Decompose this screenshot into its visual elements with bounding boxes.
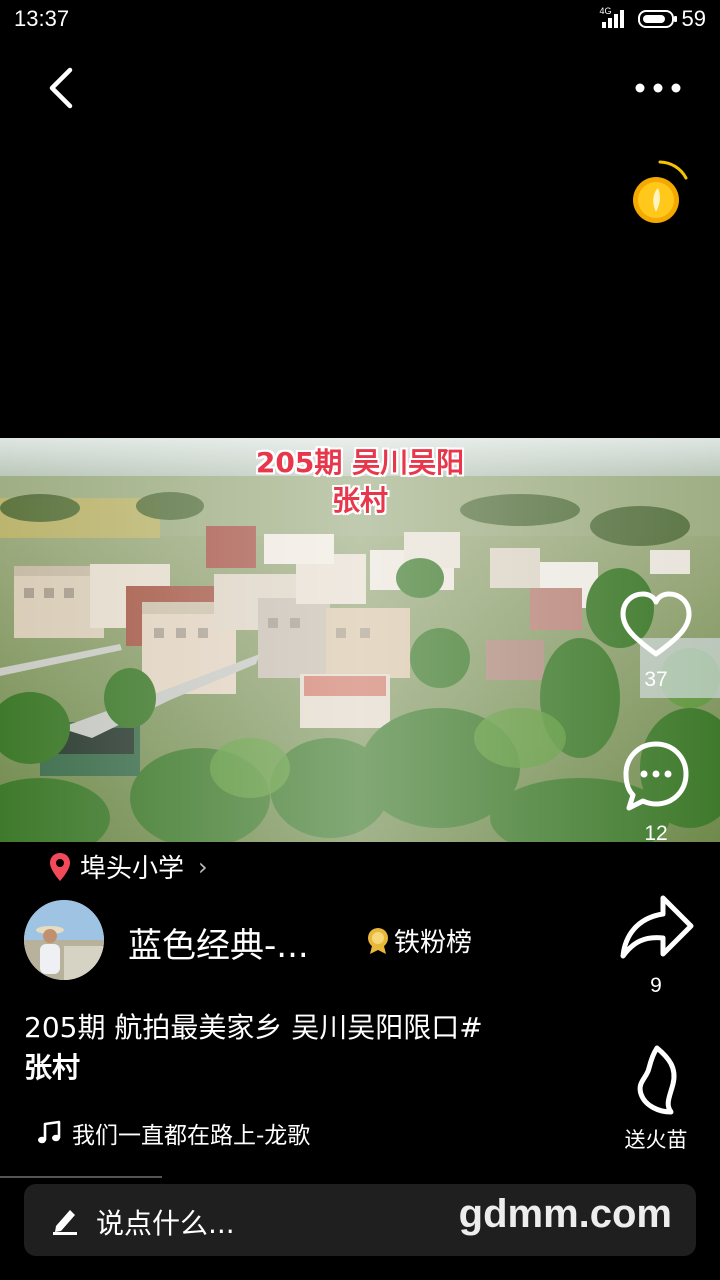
share-count: 9 [650, 974, 662, 997]
send-fire-label: 送火苗 [624, 1129, 688, 1152]
comment-button[interactable]: 12 [601, 740, 711, 846]
signal-icon: 4G [600, 6, 630, 30]
more-button[interactable] [630, 70, 690, 106]
video-caption-line2: 张村 [331, 484, 388, 517]
share-button[interactable]: 9 [601, 892, 711, 998]
comment-count: 12 [644, 822, 668, 845]
battery-icon [637, 10, 677, 28]
back-icon [49, 67, 73, 109]
more-icon [635, 83, 681, 93]
battery-level: 59 [681, 6, 706, 31]
location-name: 埠头小学 [80, 854, 185, 884]
progress-divider [0, 1176, 162, 1178]
like-button[interactable]: 37 [601, 590, 711, 692]
fans-ranking-badge[interactable]: 铁粉榜 [366, 922, 472, 959]
pen-icon [53, 1210, 77, 1235]
fans-ranking-label: 铁粉榜 [394, 928, 473, 958]
music-title: 我们一直都在路上-龙歌 [72, 1123, 311, 1149]
status-time: 13:37 [14, 6, 70, 31]
status-indicators: 4G 59 [600, 6, 706, 32]
author-avatar[interactable] [24, 900, 104, 980]
video-description: 205期 航拍最美家乡 吴川吴阳限口# 张村 [24, 1008, 584, 1088]
like-count: 37 [644, 668, 668, 691]
avatar-image [24, 900, 104, 980]
music-note-icon [38, 1120, 61, 1144]
description-text: 205期 航拍最美家乡 吴川吴阳限口# [24, 1011, 483, 1044]
video-caption-line1: 205期 吴川吴阳 [255, 446, 465, 479]
comment-icon [623, 741, 689, 811]
location-tag[interactable]: 埠头小学 › [48, 848, 208, 885]
comment-placeholder: 说点什么... [96, 1207, 235, 1240]
comment-input-bar[interactable]: 说点什么... gdmm.com [24, 1184, 696, 1256]
medal-icon [368, 927, 388, 954]
reward-coin-button[interactable] [626, 158, 692, 228]
video-caption: 205期 吴川吴阳 张村 [0, 444, 720, 520]
location-pin-icon [50, 852, 70, 881]
back-button[interactable] [40, 62, 88, 114]
description-hashtag[interactable]: 张村 [24, 1048, 584, 1088]
coin-icon [633, 160, 688, 223]
status-bar: 13:37 4G 59 [0, 0, 720, 40]
send-fire-button[interactable]: 送火苗 [601, 1044, 711, 1154]
fire-icon [637, 1045, 677, 1115]
author-name[interactable]: 蓝色经典-... [128, 918, 309, 967]
heart-icon [620, 591, 692, 657]
share-icon [620, 895, 694, 959]
site-watermark: gdmm.com [458, 1192, 672, 1236]
chevron-right-icon: › [198, 852, 208, 881]
background-music[interactable]: 我们一直都在路上-龙歌 [36, 1116, 310, 1150]
